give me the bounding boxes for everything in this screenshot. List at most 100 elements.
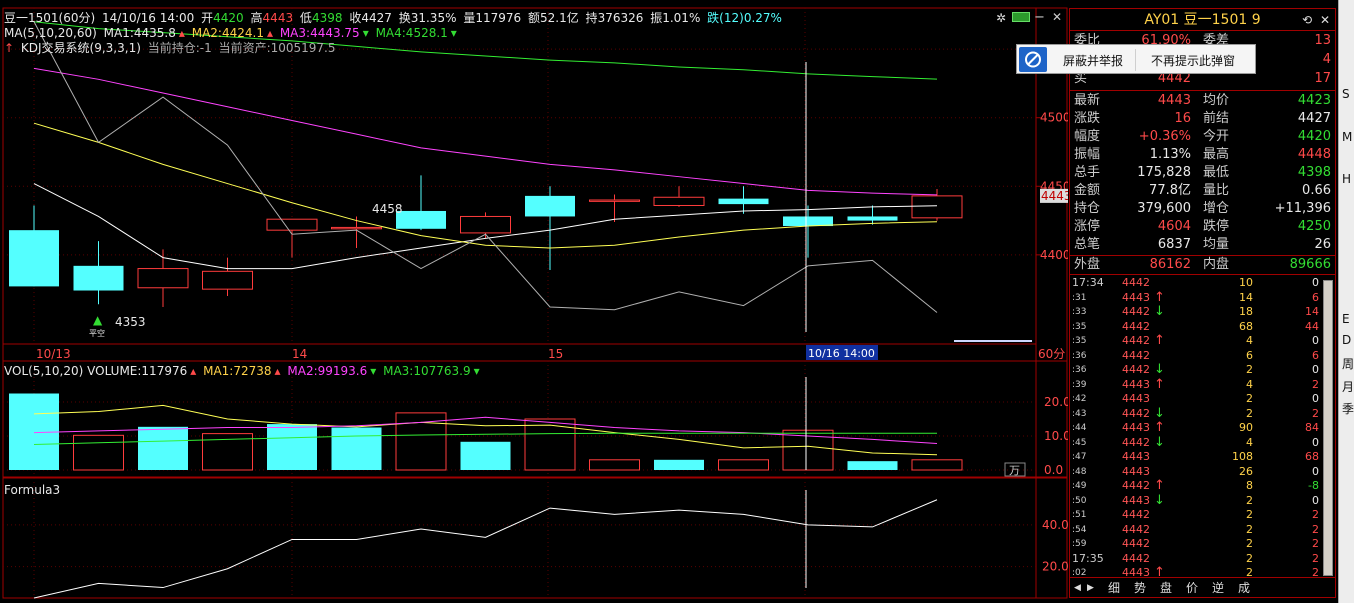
quote-label: 涨跌 [1074,111,1101,126]
quote-value: 16 [1174,111,1191,126]
tick-row[interactable]: :44 4443 ↑ 90 84 [1070,421,1335,436]
vol-ma1: MA1:72738 [203,364,272,378]
change-label: 跌(12) [707,11,744,25]
money-icon[interactable] [1012,12,1030,22]
tick-volume: 2 [1246,406,1253,420]
candles-layer[interactable] [9,175,963,307]
tick-volume: 14 [1239,290,1253,304]
tick-row[interactable]: :43 4442 ↓ 2 2 [1070,406,1335,422]
tick-change: 6 [1312,348,1319,362]
tick-direction-icon: ↑ [1154,376,1165,392]
quote-label2: 最高 [1203,147,1230,162]
tick-time: :33 [1072,307,1087,317]
kline-chart-area[interactable]: 4550450044504400444320.010.00.0万40.0020.… [0,0,1068,603]
quote-label2: 量比 [1203,183,1230,198]
tick-row[interactable]: :42 4443 2 0 [1070,392,1335,407]
panel-tab[interactable]: 细 [1108,580,1120,596]
tick-volume: 6 [1246,348,1253,362]
ma3-arrow-icon: ▾ [362,26,369,40]
tick-volume: 18 [1239,305,1253,318]
tab-right-arrow-icon[interactable]: ▶ [1087,580,1094,596]
panel-close-icon[interactable]: ✕ [1320,13,1330,27]
tick-change: 2 [1312,537,1319,550]
volume-bar [460,441,511,470]
vol-axis-label: 10.0 [1044,429,1068,443]
tick-row[interactable]: :33 4442 ↓ 18 14 [1070,305,1335,320]
tick-change: 2 [1312,508,1319,521]
amplitude-label: 振 [650,11,663,25]
amount-label: 额 [527,11,540,25]
panel-tab[interactable]: 势 [1134,580,1146,596]
panel-tab[interactable]: 盘 [1160,580,1172,596]
panel-tab[interactable]: 价 [1186,580,1198,596]
close-icon[interactable]: ✕ [1052,10,1062,24]
gear-icon[interactable]: ✲ [996,11,1006,25]
volume-bar [73,434,124,471]
quote-value: 6837 [1157,237,1191,252]
tick-change: 0 [1312,363,1319,376]
tick-time: :39 [1072,379,1087,390]
tick-price: 4442 [1122,522,1150,536]
tick-row[interactable]: :51 4442 2 2 [1070,508,1335,523]
candle-body [847,216,898,221]
tick-row[interactable]: :36 4442 6 6 [1070,349,1335,364]
tick-row[interactable]: :35 4442 68 44 [1070,320,1335,335]
quote-header: 豆一1501(60分) 14/10/16 14:00 开4420 高4443 低… [4,11,785,25]
ma-label: MA(5,10,20,60) [4,26,97,40]
quote-value2: 4448 [1297,147,1331,162]
signal-label: 平空 [89,329,105,338]
volume-bars-layer[interactable] [9,393,963,471]
kline-chart-svg[interactable]: 4550450044504400444320.010.00.0万40.0020.… [0,0,1068,603]
no-remind-button[interactable]: 不再提示此弹窗 [1151,52,1235,69]
tick-row[interactable]: :49 4442 ↑ 8 -8 [1070,479,1335,494]
tick-row[interactable]: :59 4442 2 2 [1070,537,1335,552]
volume-indicator-row: VOL(5,10,20) VOLUME:117976 ▴ MA1:72738 ▴ M… [4,364,483,378]
amount-value: 52.1亿 [539,11,579,25]
volume-bar [911,459,963,471]
tick-row[interactable]: 17:35 4442 2 2 [1070,552,1335,567]
volume-bar [718,459,769,471]
tick-price: 4443 [1122,464,1150,478]
tick-row[interactable]: :39 4443 ↑ 4 2 [1070,376,1335,393]
ma3-value: MA3:4443.75 [279,26,360,40]
volume-value: 117976 [475,11,522,25]
open-value: 4420 [213,11,244,25]
candle-body [783,216,833,227]
tick-row[interactable]: :36 4442 ↓ 2 0 [1070,363,1335,378]
tick-price: 4443 [1122,493,1150,507]
tick-row[interactable]: :31 4443 ↑ 14 6 [1070,290,1335,306]
tick-row[interactable]: :54 4442 2 2 [1070,523,1335,538]
tick-price: 4442 [1122,363,1150,376]
panel-tab[interactable]: 逆 [1212,580,1224,596]
tick-price: 4442 [1122,508,1150,521]
tick-row[interactable]: :48 4443 26 0 [1070,465,1335,480]
vol-axis-label: 20.0 [1044,395,1068,409]
vol-label: VOL(5,10,20) [4,364,84,378]
tick-time: :47 [1072,452,1087,462]
tick-change: 68 [1305,450,1319,463]
candle-body [653,196,705,206]
quote-label: 涨停 [1074,219,1101,234]
tick-row[interactable]: :50 4443 ↓ 2 0 [1070,493,1335,509]
tick-change: 0 [1312,276,1319,289]
minus-icon[interactable]: − [1034,10,1045,25]
quote-value: +0.36% [1138,129,1191,144]
candle-body [9,230,59,287]
low-label: 低 [299,11,312,25]
tick-time: :31 [1072,292,1087,303]
tick-time: :49 [1072,481,1087,491]
report-button[interactable]: 屏蔽并举报 [1063,52,1123,69]
tick-volume: 2 [1246,392,1253,405]
tab-left-arrow-icon[interactable]: ◀ [1074,580,1081,596]
panel-tab[interactable]: 成 [1238,580,1250,596]
quote-label2: 跌停 [1203,219,1230,234]
tick-change: 0 [1312,435,1319,449]
quote-label: 总手 [1074,165,1101,180]
tick-scrollbar[interactable] [1323,280,1333,576]
quote-value2: 4423 [1297,93,1331,108]
tick-row[interactable]: :35 4442 ↑ 4 0 [1070,334,1335,349]
refresh-icon[interactable]: ⟲ [1302,13,1312,27]
tick-row[interactable]: 17:34 4442 10 0 [1070,276,1335,291]
tick-row[interactable]: :45 4442 ↓ 4 0 [1070,435,1335,451]
tick-row[interactable]: :47 4443 108 68 [1070,450,1335,465]
